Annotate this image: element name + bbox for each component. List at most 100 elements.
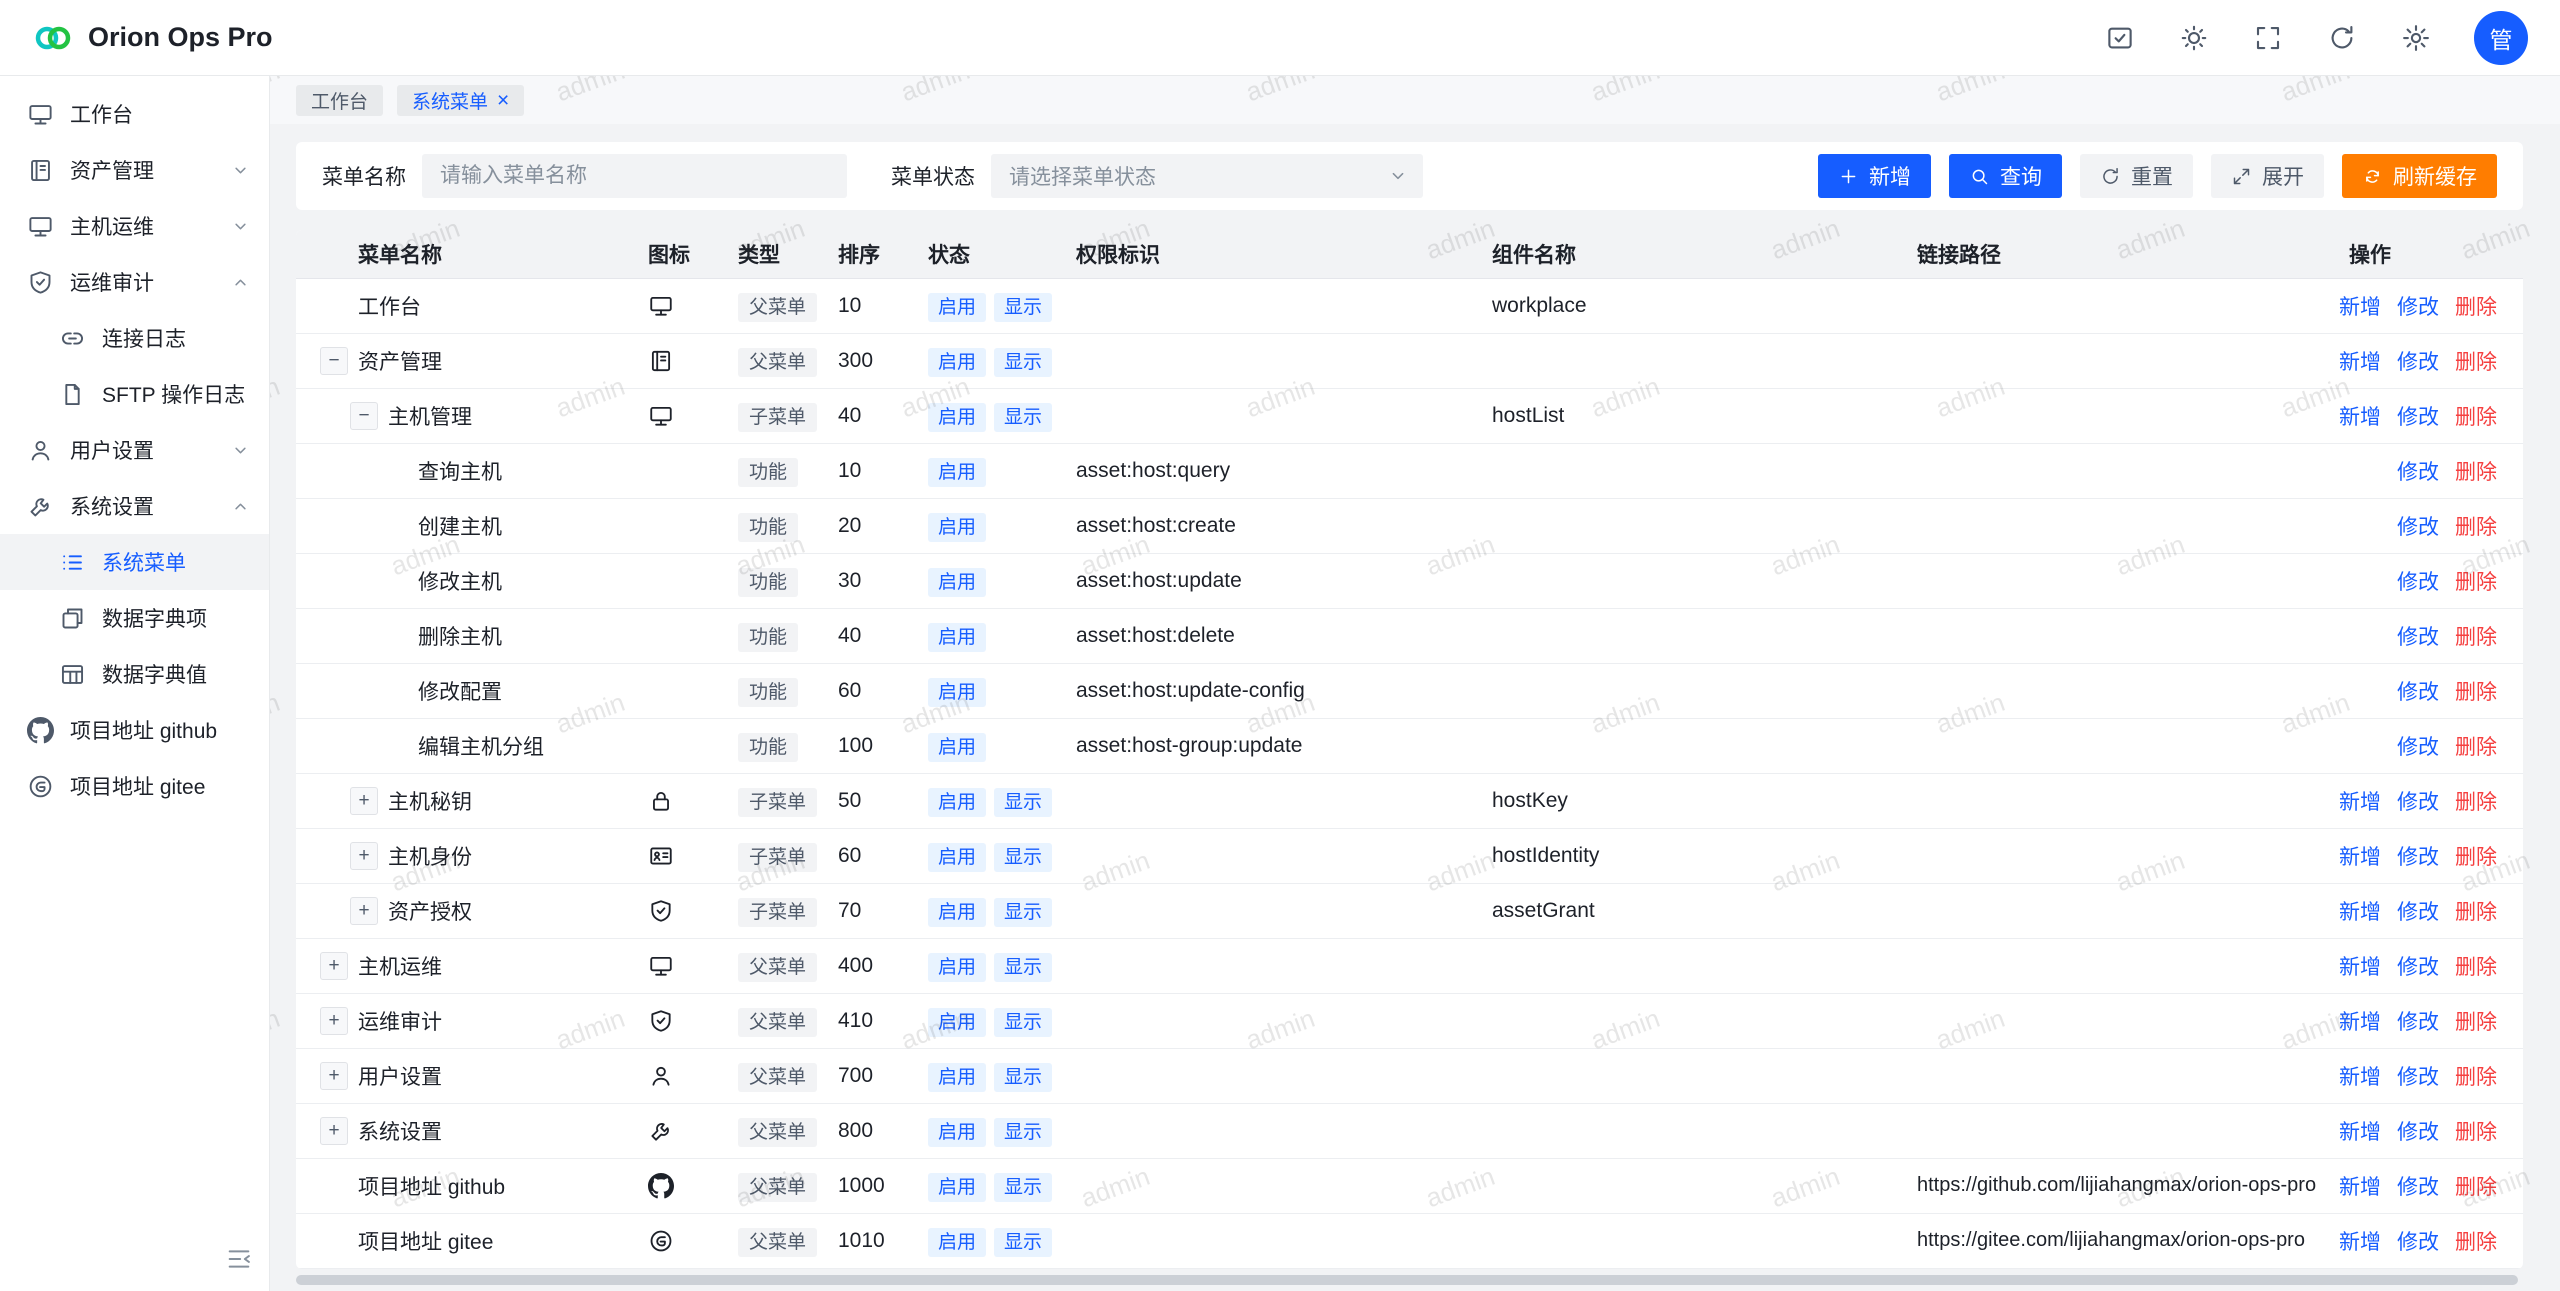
expand-row-button[interactable]: + [320, 952, 348, 980]
permission-value [1064, 773, 1480, 828]
monitor-icon [648, 953, 674, 979]
sidebar-item-system-settings[interactable]: 系统设置 [0, 478, 269, 534]
row-action-edit[interactable]: 修改 [2397, 1061, 2439, 1091]
sidebar-item-dict-key[interactable]: 数据字典项 [0, 590, 269, 646]
row-action-edit[interactable]: 修改 [2397, 621, 2439, 651]
row-action-edit[interactable]: 修改 [2397, 1226, 2439, 1256]
row-action-edit[interactable]: 修改 [2397, 511, 2439, 541]
row-action-delete[interactable]: 删除 [2455, 511, 2497, 541]
refresh-button[interactable] [2326, 22, 2358, 54]
sidebar-item-workbench[interactable]: 工作台 [0, 86, 269, 142]
sidebar-item-dict-value[interactable]: 数据字典值 [0, 646, 269, 702]
row-action-add[interactable]: 新增 [2339, 1226, 2381, 1256]
fullscreen-button[interactable] [2252, 22, 2284, 54]
row-action-add[interactable]: 新增 [2339, 896, 2381, 926]
row-action-add[interactable]: 新增 [2339, 951, 2381, 981]
row-action-edit[interactable]: 修改 [2397, 1116, 2439, 1146]
row-action-add[interactable]: 新增 [2339, 786, 2381, 816]
sidebar-item-system-menu[interactable]: 系统菜单 [0, 534, 269, 590]
row-action-delete[interactable]: 删除 [2455, 676, 2497, 706]
sidebar-item-github[interactable]: 项目地址 github [0, 702, 269, 758]
idcard-icon [648, 843, 674, 869]
row-action-edit[interactable]: 修改 [2397, 841, 2439, 871]
plus-icon [1838, 166, 1859, 187]
expand-row-button[interactable]: + [350, 787, 378, 815]
row-action-edit[interactable]: 修改 [2397, 676, 2439, 706]
search-button[interactable]: 查询 [1949, 154, 2062, 198]
sidebar-item-asset[interactable]: 资产管理 [0, 142, 269, 198]
menu-status-select[interactable]: 请选择菜单状态 [991, 154, 1423, 198]
panel-check-button[interactable] [2104, 22, 2136, 54]
menu-name-input[interactable] [422, 154, 847, 198]
expand-row-button[interactable]: + [320, 1117, 348, 1145]
sidebar-item-gitee[interactable]: 项目地址 gitee [0, 758, 269, 814]
sidebar-item-ops-audit[interactable]: 运维审计 [0, 254, 269, 310]
tab-1[interactable]: 系统菜单× [397, 85, 524, 116]
row-action-delete[interactable]: 删除 [2455, 291, 2497, 321]
sun-button[interactable] [2178, 22, 2210, 54]
component-value [1480, 663, 1905, 718]
horizontal-scrollbar[interactable] [296, 1275, 2518, 1285]
link-path-value [1905, 388, 2337, 443]
row-action-delete[interactable]: 删除 [2455, 1061, 2497, 1091]
row-action-delete[interactable]: 删除 [2455, 731, 2497, 761]
row-action-add[interactable]: 新增 [2339, 841, 2381, 871]
reset-button[interactable]: 重置 [2080, 154, 2193, 198]
sidebar-item-user-settings[interactable]: 用户设置 [0, 422, 269, 478]
row-action-delete[interactable]: 删除 [2455, 951, 2497, 981]
row-action-edit[interactable]: 修改 [2397, 951, 2439, 981]
expand-button[interactable]: 展开 [2211, 154, 2324, 198]
table-row: 删除主机功能40启用asset:host:delete修改删除 [296, 608, 2523, 663]
add-button[interactable]: 新增 [1818, 154, 1931, 198]
row-action-edit[interactable]: 修改 [2397, 1006, 2439, 1036]
sidebar-collapse-button[interactable] [225, 1245, 255, 1275]
button-label: 重置 [2131, 161, 2173, 191]
row-action-add[interactable]: 新增 [2339, 291, 2381, 321]
collapse-row-button[interactable]: − [320, 347, 348, 375]
row-action-edit[interactable]: 修改 [2397, 731, 2439, 761]
row-action-delete[interactable]: 删除 [2455, 1006, 2497, 1036]
row-action-edit[interactable]: 修改 [2397, 786, 2439, 816]
row-action-edit[interactable]: 修改 [2397, 896, 2439, 926]
expand-row-button[interactable]: + [350, 842, 378, 870]
row-action-delete[interactable]: 删除 [2455, 1171, 2497, 1201]
row-action-delete[interactable]: 删除 [2455, 786, 2497, 816]
row-action-delete[interactable]: 删除 [2455, 346, 2497, 376]
tab-0[interactable]: 工作台 [296, 85, 383, 116]
row-action-delete[interactable]: 删除 [2455, 456, 2497, 486]
row-action-edit[interactable]: 修改 [2397, 566, 2439, 596]
expand-row-button[interactable]: + [320, 1007, 348, 1035]
row-action-add[interactable]: 新增 [2339, 1171, 2381, 1201]
row-action-add[interactable]: 新增 [2339, 346, 2381, 376]
row-action-add[interactable]: 新增 [2339, 1006, 2381, 1036]
tab-close-icon[interactable]: × [497, 90, 509, 111]
row-action-delete[interactable]: 删除 [2455, 621, 2497, 651]
row-action-delete[interactable]: 删除 [2455, 1226, 2497, 1256]
row-action-add[interactable]: 新增 [2339, 401, 2381, 431]
refresh-cache-button[interactable]: 刷新缓存 [2342, 154, 2497, 198]
permission-value: asset:host:query [1064, 443, 1480, 498]
row-action-delete[interactable]: 删除 [2455, 1116, 2497, 1146]
row-action-add[interactable]: 新增 [2339, 1061, 2381, 1091]
sidebar-item-host-ops[interactable]: 主机运维 [0, 198, 269, 254]
expand-row-button[interactable]: + [320, 1062, 348, 1090]
row-action-delete[interactable]: 删除 [2455, 566, 2497, 596]
sidebar-item-connect-log[interactable]: 连接日志 [0, 310, 269, 366]
status-badge-visible: 显示 [994, 403, 1052, 432]
gear-button[interactable] [2400, 22, 2432, 54]
row-action-edit[interactable]: 修改 [2397, 456, 2439, 486]
row-action-edit[interactable]: 修改 [2397, 346, 2439, 376]
row-action-edit[interactable]: 修改 [2397, 1171, 2439, 1201]
collapse-row-button[interactable]: − [350, 402, 378, 430]
row-action-edit[interactable]: 修改 [2397, 401, 2439, 431]
expand-row-button[interactable]: + [350, 897, 378, 925]
row-action-edit[interactable]: 修改 [2397, 291, 2439, 321]
row-action-add[interactable]: 新增 [2339, 1116, 2381, 1146]
row-action-delete[interactable]: 删除 [2455, 896, 2497, 926]
user-avatar[interactable]: 管 [2474, 11, 2528, 65]
status-badge-enabled: 启用 [928, 1063, 986, 1092]
link-path-value [1905, 443, 2337, 498]
sidebar-item-sftp-log[interactable]: SFTP 操作日志 [0, 366, 269, 422]
row-action-delete[interactable]: 删除 [2455, 841, 2497, 871]
row-action-delete[interactable]: 删除 [2455, 401, 2497, 431]
